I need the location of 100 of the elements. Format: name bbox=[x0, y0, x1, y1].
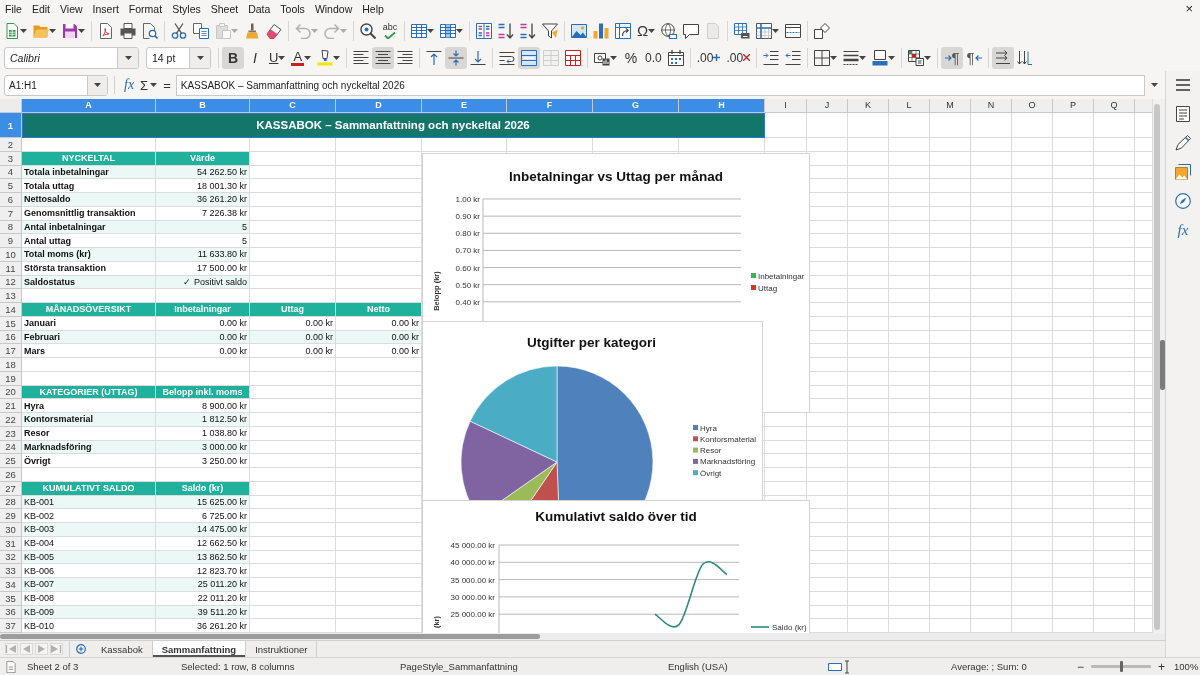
menu-item[interactable]: Format bbox=[123, 1, 168, 17]
caret-icon[interactable] bbox=[49, 29, 56, 33]
row-header[interactable]: 10 bbox=[0, 248, 22, 262]
spreadsheet-cell[interactable]: 14 475.00 kr bbox=[156, 523, 250, 537]
dropdown-button[interactable] bbox=[189, 47, 210, 68]
caret-icon[interactable] bbox=[150, 83, 158, 87]
conditional-format-icon[interactable] bbox=[908, 49, 925, 66]
compass-icon[interactable] bbox=[1175, 193, 1191, 209]
italic-button[interactable]: I bbox=[244, 46, 266, 69]
slider-thumb[interactable] bbox=[1119, 661, 1123, 672]
caret-icon[interactable] bbox=[830, 55, 838, 60]
zoom-in-button[interactable]: + bbox=[1156, 659, 1168, 674]
borders-icon[interactable] bbox=[814, 49, 831, 66]
spreadsheet-cell[interactable]: 25 011.20 kr bbox=[156, 578, 250, 592]
percent-format-button[interactable]: % bbox=[620, 46, 643, 69]
caret-icon[interactable] bbox=[610, 55, 618, 60]
row-header[interactable]: 34 bbox=[0, 578, 22, 592]
bold-button[interactable]: B bbox=[222, 46, 244, 69]
row-header[interactable]: 13 bbox=[0, 289, 22, 303]
menu-item[interactable]: Window bbox=[309, 1, 358, 17]
spreadsheet-cell[interactable]: 1 812.50 kr bbox=[156, 413, 250, 427]
spreadsheet-cell[interactable]: KB-007 bbox=[22, 578, 156, 592]
delete-decimal-button[interactable]: .00 bbox=[723, 46, 754, 69]
cross-icon[interactable] bbox=[743, 54, 751, 61]
arrow-right-icon[interactable] bbox=[944, 53, 952, 62]
page-style-text[interactable]: PageStyle_Sammanfattning bbox=[400, 661, 518, 672]
font-size-field[interactable]: 14 pt bbox=[146, 46, 211, 69]
spreadsheet-cell[interactable]: Total moms (kr) bbox=[22, 248, 156, 262]
pen-icon[interactable] bbox=[1175, 135, 1191, 151]
caret-icon[interactable] bbox=[196, 55, 204, 60]
menu-item[interactable]: Help bbox=[357, 1, 389, 17]
title-cell[interactable]: KASSABOK – Sammanfattning och nyckeltal 2026 bbox=[22, 113, 765, 138]
row-header[interactable]: 17 bbox=[0, 344, 22, 358]
zoom-percentage[interactable]: 100% bbox=[1174, 661, 1199, 672]
scrollbar-thumb[interactable] bbox=[0, 634, 540, 639]
row-header[interactable]: 14 bbox=[0, 303, 22, 317]
special-character-button[interactable]: Ω bbox=[634, 20, 659, 42]
line-style-icon[interactable] bbox=[843, 49, 860, 66]
caret-icon[interactable] bbox=[124, 55, 132, 60]
menu-item[interactable]: Edit bbox=[26, 1, 55, 17]
font-color-button[interactable]: A bbox=[288, 46, 315, 69]
menu-item[interactable]: Insert bbox=[87, 1, 124, 17]
highlighter-icon[interactable] bbox=[317, 49, 334, 66]
row-header[interactable]: 2 bbox=[0, 138, 22, 152]
row-header[interactable]: 9 bbox=[0, 234, 22, 248]
caret-icon[interactable] bbox=[304, 55, 312, 60]
row-header[interactable]: 30 bbox=[0, 523, 22, 537]
caret-icon[interactable] bbox=[772, 29, 780, 33]
dropdown-button[interactable] bbox=[87, 75, 107, 95]
caret-icon[interactable] bbox=[648, 29, 656, 33]
caret-icon[interactable] bbox=[94, 83, 101, 87]
add-decimal-button[interactable]: .00 bbox=[693, 46, 724, 69]
sheet-tab[interactable]: Sammanfattning bbox=[152, 641, 247, 657]
caret-icon[interactable] bbox=[888, 55, 896, 60]
row-header[interactable]: 6 bbox=[0, 193, 22, 207]
sidebar-handle[interactable] bbox=[1160, 340, 1165, 390]
caret-icon[interactable] bbox=[456, 29, 463, 33]
caret-icon[interactable] bbox=[20, 29, 27, 33]
table-column-icon[interactable] bbox=[440, 23, 456, 39]
caret-icon[interactable] bbox=[1151, 83, 1158, 87]
menu-item[interactable]: Styles bbox=[167, 1, 206, 17]
number-format-button[interactable]: 0.0 bbox=[642, 46, 665, 69]
row-header[interactable]: 25 bbox=[0, 454, 22, 468]
properties-icon[interactable] bbox=[1175, 106, 1191, 122]
row-header[interactable]: 22 bbox=[0, 413, 22, 427]
spreadsheet-cell[interactable]: 36 261.20 kr bbox=[156, 193, 250, 207]
selection-mode-icon[interactable] bbox=[828, 659, 850, 674]
row-header[interactable]: 37 bbox=[0, 619, 22, 633]
spreadsheet-cell[interactable]: Kontorsmaterial bbox=[22, 413, 156, 427]
menu-item[interactable]: Data bbox=[243, 1, 276, 17]
spelling-button[interactable]: abc bbox=[379, 20, 401, 42]
row-header[interactable]: 18 bbox=[0, 358, 22, 372]
left-to-right-button[interactable]: ¶ bbox=[941, 46, 964, 69]
row-header[interactable]: 5 bbox=[0, 179, 22, 193]
menu-item[interactable]: Sheet bbox=[205, 1, 244, 17]
language-text[interactable]: English (USA) bbox=[668, 661, 728, 672]
plus-icon[interactable] bbox=[713, 54, 721, 61]
functions-button[interactable]: fx bbox=[1172, 219, 1194, 241]
menu-icon[interactable] bbox=[1175, 77, 1191, 93]
spreadsheet-cell[interactable]: Nettosaldo bbox=[22, 193, 156, 207]
row-header[interactable]: 21 bbox=[0, 399, 22, 413]
close-button[interactable]: × bbox=[1183, 2, 1195, 16]
checkmark-icon[interactable] bbox=[384, 32, 396, 39]
underline-button[interactable]: U bbox=[266, 46, 289, 69]
caret-icon[interactable] bbox=[859, 55, 867, 60]
caret-icon[interactable] bbox=[333, 55, 341, 60]
name-box[interactable]: A1:H1 bbox=[4, 74, 108, 96]
row-header[interactable]: 33 bbox=[0, 564, 22, 578]
add-sheet-icon[interactable] bbox=[76, 644, 86, 654]
spreadsheet-cell[interactable]: 11 633.80 kr bbox=[156, 248, 250, 262]
sum-button[interactable]: Σ bbox=[137, 75, 161, 95]
zoom-out-button[interactable]: − bbox=[1075, 659, 1086, 674]
table-icon[interactable] bbox=[411, 23, 427, 39]
formula-button[interactable]: = bbox=[160, 75, 174, 95]
freeze-table-icon[interactable] bbox=[756, 23, 773, 39]
formula-input-field[interactable]: KASSABOK – Sammanfattning och nyckeltal 2026 bbox=[175, 74, 1145, 96]
border-color-icon[interactable] bbox=[872, 49, 889, 66]
function-wizard-button[interactable]: fx bbox=[121, 75, 138, 95]
image-stack-icon[interactable] bbox=[1175, 164, 1191, 180]
spreadsheet-icon[interactable] bbox=[4, 23, 20, 39]
